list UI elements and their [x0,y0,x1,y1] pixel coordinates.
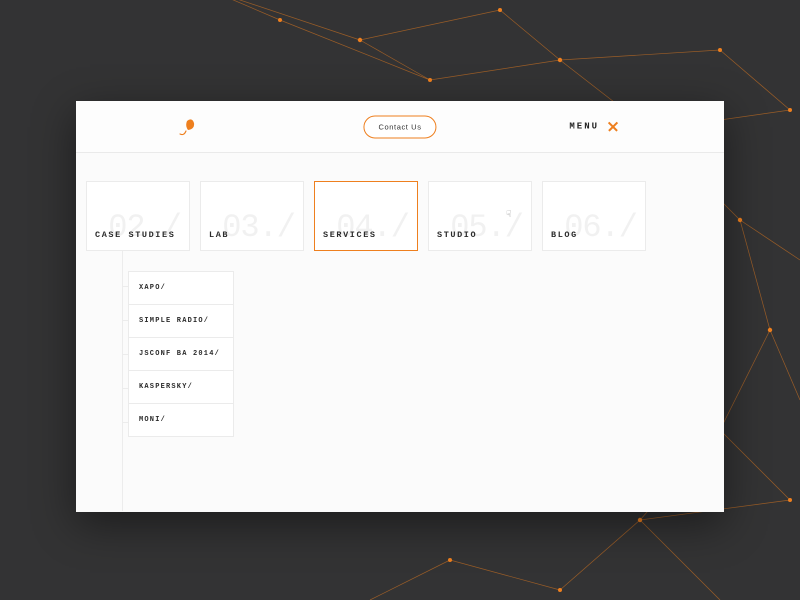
menu-toggle[interactable]: MENU [569,121,618,132]
submenu-item-moni[interactable]: MONI/ [128,404,234,437]
card-label: CASE STUDIES [95,230,175,240]
nav-card-studio[interactable]: 05./ STUDIO [428,181,532,251]
card-label: SERVICES [323,230,377,240]
nav-card-case-studies[interactable]: 02./ CASE STUDIES [86,181,190,251]
menu-canvas: ./ 02./ CASE STUDIES 03./ LAB 04./ SERVI… [76,153,724,512]
submenu-item-xapo[interactable]: XAPO/ [128,271,234,305]
card-label: BLOG [551,230,578,240]
card-label: LAB [209,230,229,240]
nav-card-row: ./ 02./ CASE STUDIES 03./ LAB 04./ SERVI… [76,181,724,251]
header-bar: Contact Us MENU [76,101,724,153]
card-number: 03./ [222,212,295,244]
nav-card-lab[interactable]: 03./ LAB [200,181,304,251]
contact-us-button[interactable]: Contact Us [363,115,436,138]
app-window: Contact Us MENU ./ 02./ CASE STUDIES 03.… [76,101,724,512]
submenu-item-jsconf[interactable]: JSCONF BA 2014/ [128,338,234,371]
balloon-icon [178,118,200,136]
submenu-spine [122,251,123,511]
case-studies-submenu: XAPO/ SIMPLE RADIO/ JSCONF BA 2014/ KASP… [128,271,234,437]
logo[interactable] [178,118,200,136]
nav-card-blog[interactable]: 06./ BLOG [542,181,646,251]
card-number: ./ [76,212,77,244]
submenu-item-kaspersky[interactable]: KASPERSKY/ [128,371,234,404]
submenu-item-simple-radio[interactable]: SIMPLE RADIO/ [128,305,234,338]
nav-card-services[interactable]: 04./ SERVICES [314,181,418,251]
close-icon [607,121,618,132]
card-label: STUDIO [437,230,477,240]
menu-label: MENU [569,122,599,132]
